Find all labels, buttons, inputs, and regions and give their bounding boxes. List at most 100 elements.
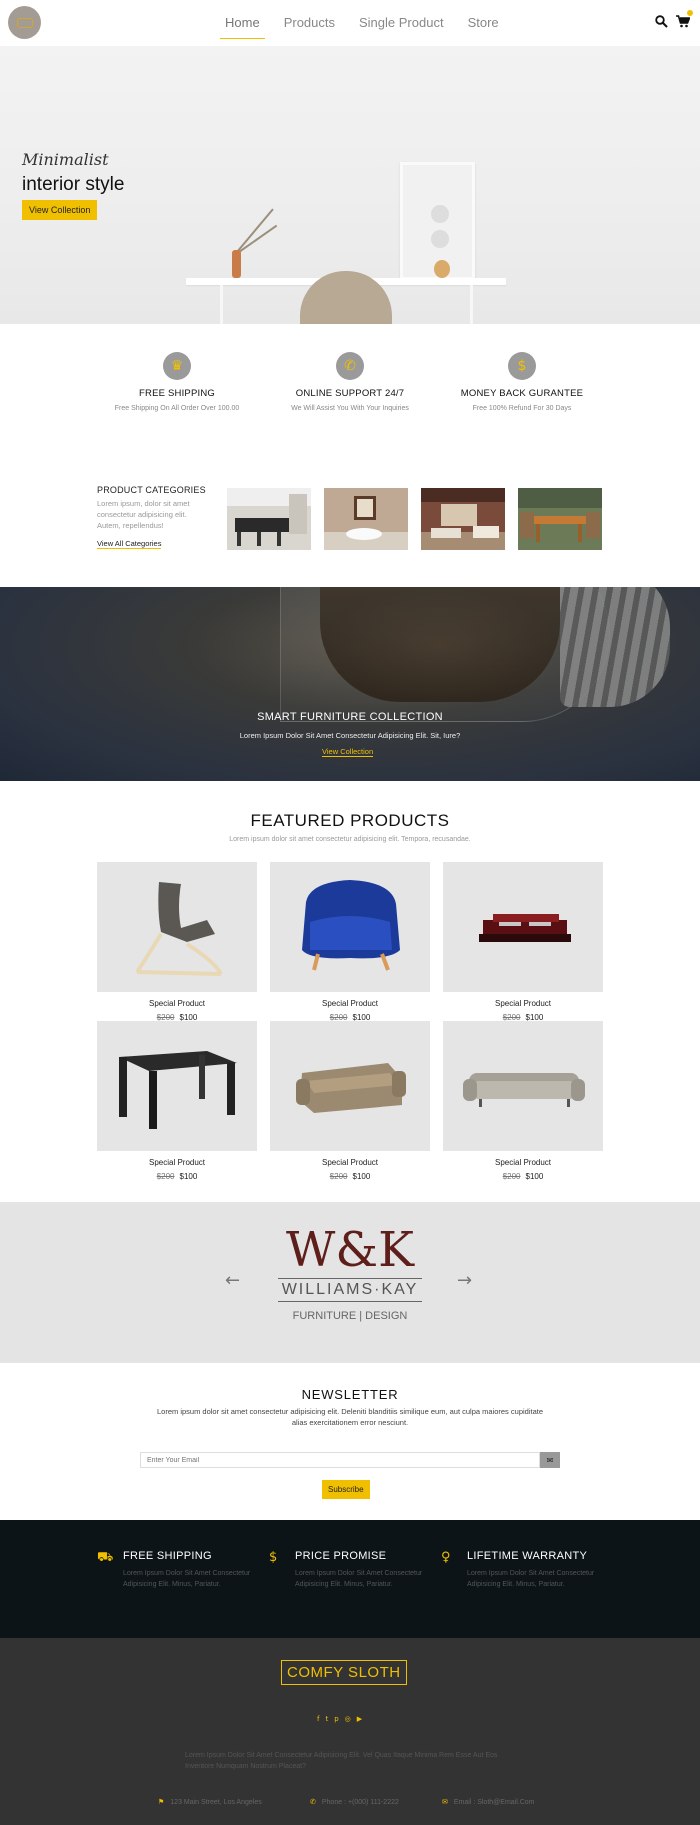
- facebook-icon[interactable]: f: [317, 1715, 319, 1723]
- categories-heading: PRODUCT CATEGORIES: [97, 485, 206, 495]
- features-section: ♛ FREE SHIPPING Free Shipping On All Ord…: [0, 324, 700, 444]
- dollar-icon: $: [508, 352, 536, 380]
- categories-text: Lorem ipsum, dolor sit amet consectetur …: [97, 499, 190, 530]
- feature-title: MONEY BACK GURANTEE: [460, 388, 584, 399]
- feature-title: FREE SHIPPING: [139, 388, 215, 399]
- feature-item: $ MONEY BACK GURANTEE Free 100% Refund F…: [437, 352, 607, 412]
- product-image[interactable]: [443, 862, 603, 992]
- price-tag-icon: $: [269, 1550, 278, 1565]
- banner-view-collection-link[interactable]: View Collection: [322, 747, 374, 757]
- truck-icon: ⛟: [97, 1550, 114, 1565]
- footer-logo[interactable]: COMFY SLOTH: [281, 1660, 407, 1685]
- perk-text: Lorem Ipsum Dolor Sit Amet Consectetur A…: [295, 1570, 423, 1588]
- hero-desk-leg: [220, 285, 223, 324]
- hero-vase: [434, 260, 450, 278]
- product-name: Special Product: [148, 1158, 206, 1167]
- email-text: Email : Sloth@Email.Com: [453, 1799, 535, 1806]
- hero-vase: [232, 250, 241, 278]
- product-image[interactable]: [270, 1021, 430, 1151]
- feature-subtitle: Free Shipping On All Order Over 100.00: [114, 405, 240, 412]
- feature-title: ONLINE SUPPORT 24/7: [295, 388, 405, 399]
- nav-link-store[interactable]: Store: [463, 10, 504, 39]
- categories-intro: PRODUCT CATEGORIES Lorem ipsum, dolor si…: [97, 485, 207, 550]
- banner-title: SMART FURNITURE COLLECTION: [257, 711, 443, 723]
- product-old-price: $200: [502, 1172, 521, 1181]
- footer-phone: ✆ Phone : +(000) 111-2222: [310, 1798, 399, 1806]
- hero-title: interior style: [22, 174, 125, 195]
- perk-title: FREE SHIPPING: [123, 1550, 212, 1562]
- perk-title: PRICE PROMISE: [295, 1550, 387, 1562]
- category-thumb-living-room[interactable]: [421, 488, 505, 550]
- product-card[interactable]: Special Product $200 $100: [97, 1021, 257, 1181]
- newsletter-title: NEWSLETTER: [301, 1387, 399, 1402]
- nav-link-home[interactable]: Home: [220, 10, 265, 39]
- perks-section: ⛟ FREE SHIPPING Lorem Ipsum Dolor Sit Am…: [0, 1520, 700, 1638]
- nav-link-products[interactable]: Products: [279, 10, 340, 39]
- product-card[interactable]: Special Product $200 $100: [97, 862, 257, 1022]
- footer-text: Lorem Ipsum Dolor Sit Amet Consectetur A…: [185, 1752, 498, 1770]
- envelope-icon[interactable]: ✉: [540, 1452, 560, 1468]
- view-collection-button[interactable]: View Collection: [22, 200, 98, 220]
- hero-kicker: Minimalist: [22, 150, 109, 169]
- cart-badge: [687, 10, 693, 16]
- product-current-price: $100: [352, 1172, 371, 1181]
- product-price: $200 $100: [270, 1172, 430, 1181]
- footer: COMFY SLOTH f t p ◎ ▶ Lorem Ipsum Dolor …: [0, 1638, 700, 1825]
- search-icon[interactable]: [655, 13, 668, 32]
- product-current-price: $100: [179, 1172, 198, 1181]
- category-thumb-bathroom[interactable]: [324, 488, 408, 550]
- cart-icon[interactable]: [676, 10, 693, 32]
- arrow-left-icon[interactable]: ←: [225, 1270, 240, 1291]
- product-image[interactable]: [97, 862, 257, 992]
- perk-title: LIFETIME WARRANTY: [467, 1550, 588, 1562]
- phone-icon: ✆: [310, 1799, 316, 1806]
- newsletter-email-input[interactable]: [140, 1452, 540, 1468]
- product-image[interactable]: [270, 862, 430, 992]
- featured-subtitle: Lorem ipsum dolor sit amet consectetur a…: [229, 836, 471, 843]
- product-image[interactable]: [97, 1021, 257, 1151]
- envelope-icon: ✉: [442, 1799, 448, 1806]
- product-card[interactable]: Special Product $200 $100: [270, 1021, 430, 1181]
- hero-section: Minimalist interior style View Collectio…: [0, 46, 700, 324]
- map-icon: ⚑: [158, 1799, 165, 1806]
- pinterest-icon[interactable]: p: [334, 1715, 338, 1723]
- category-thumb-kitchen[interactable]: [227, 488, 311, 550]
- footer-address: ⚑ 123 Main Street, Los Angeles: [158, 1798, 262, 1806]
- twitter-icon[interactable]: t: [325, 1715, 328, 1723]
- banner-bulb-socket: [560, 587, 670, 707]
- product-card[interactable]: Special Product $200 $100: [443, 1021, 603, 1181]
- category-thumb-patio[interactable]: [518, 488, 602, 550]
- brand-monogram: W&K: [286, 1222, 414, 1278]
- product-name: Special Product: [148, 999, 206, 1008]
- feature-item: ✆ ONLINE SUPPORT 24/7 We Will Assist You…: [265, 352, 435, 412]
- product-image[interactable]: [443, 1021, 603, 1151]
- product-name: Special Product: [494, 999, 552, 1008]
- hero-desk-leg: [470, 285, 473, 324]
- nav-link-single-product[interactable]: Single Product: [354, 10, 449, 39]
- youtube-icon[interactable]: ▶: [357, 1715, 362, 1723]
- product-price: $200 $100: [97, 1172, 257, 1181]
- logo[interactable]: [8, 6, 41, 39]
- brand-divider: [278, 1278, 422, 1279]
- featured-title: FEATURED PRODUCTS: [250, 811, 450, 830]
- address-text: 123 Main Street, Los Angeles: [170, 1799, 262, 1806]
- product-name: Special Product: [321, 1158, 379, 1167]
- arrow-right-icon[interactable]: →: [457, 1270, 472, 1291]
- social-links: f t p ◎ ▶: [317, 1715, 362, 1723]
- feature-subtitle: Free 100% Refund For 30 Days: [472, 405, 572, 412]
- footer-email: ✉ Email : Sloth@Email.Com: [442, 1798, 535, 1806]
- sofa-icon: [16, 17, 33, 28]
- feature-subtitle: We Will Assist You With Your Inquiries: [291, 405, 409, 412]
- product-card[interactable]: Special Product $200 $100: [270, 862, 430, 1022]
- instagram-icon[interactable]: ◎: [345, 1715, 351, 1723]
- view-all-categories-link[interactable]: View All Categories: [97, 539, 162, 549]
- trophy-icon: ♛: [163, 352, 191, 380]
- hero-plant-stem: [238, 224, 278, 253]
- nav-menu: Home Products Single Product Store: [220, 10, 504, 39]
- perk-text: Lorem Ipsum Dolor Sit Amet Consectetur A…: [123, 1570, 251, 1588]
- product-card[interactable]: Special Product $200 $100: [443, 862, 603, 1022]
- feature-item: ♛ FREE SHIPPING Free Shipping On All Ord…: [92, 352, 262, 412]
- product-name: Special Product: [494, 1158, 552, 1167]
- product-old-price: $200: [156, 1172, 175, 1181]
- subscribe-button[interactable]: Subscribe: [322, 1480, 370, 1499]
